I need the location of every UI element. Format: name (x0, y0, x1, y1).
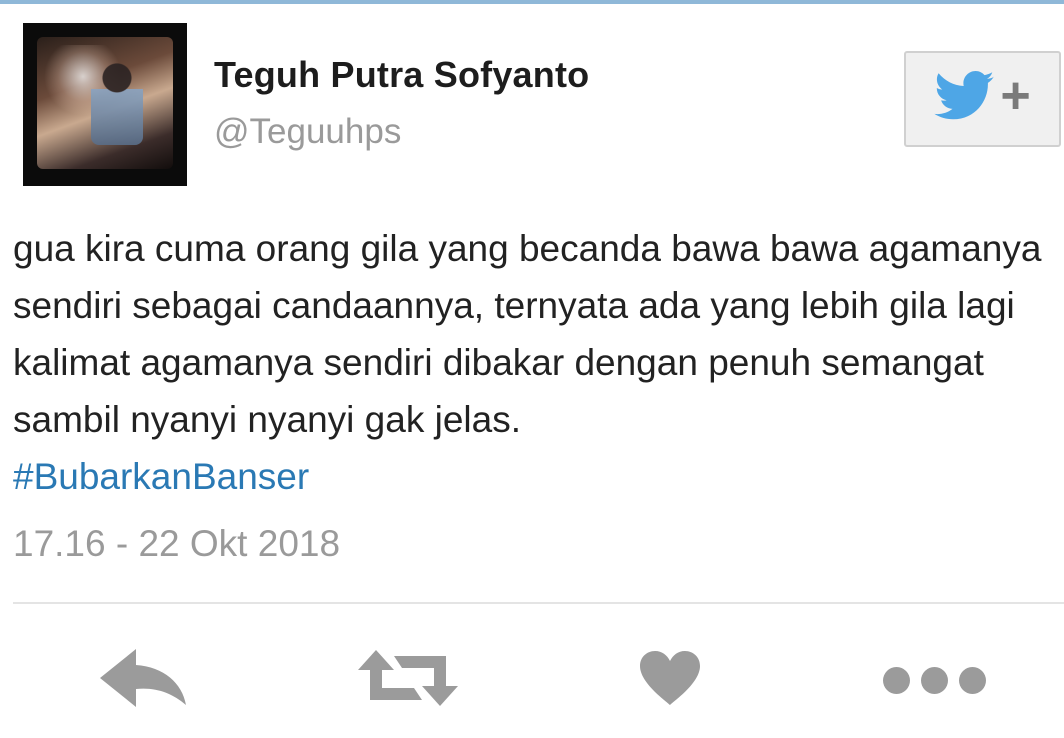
retweet-button[interactable] (355, 640, 460, 720)
retweet-icon (356, 648, 460, 713)
twitter-bird-icon (934, 70, 996, 128)
reply-button[interactable] (95, 640, 190, 720)
more-icon (883, 666, 986, 694)
author-handle[interactable]: @Teguuhps (214, 112, 401, 152)
like-button[interactable] (632, 640, 707, 720)
author-name[interactable]: Teguh Putra Sofyanto (214, 54, 589, 96)
reply-icon (98, 647, 188, 714)
top-accent-bar (0, 0, 1064, 4)
hashtag-link[interactable]: #BubarkanBanser (13, 456, 309, 497)
avatar-person (91, 59, 143, 145)
dot (921, 666, 948, 694)
follow-button[interactable]: + (904, 51, 1061, 147)
divider (13, 602, 1064, 604)
heart-icon (638, 649, 702, 712)
dot (883, 666, 910, 694)
more-options-button[interactable] (872, 640, 997, 720)
tweet-timestamp[interactable]: 17.16 - 22 Okt 2018 (13, 523, 340, 565)
plus-icon: + (1000, 67, 1031, 125)
avatar[interactable] (23, 23, 187, 186)
dot (959, 666, 986, 694)
tweet-text: gua kira cuma orang gila yang becanda ba… (13, 228, 1042, 440)
tweet-body: gua kira cuma orang gila yang becanda ba… (13, 220, 1053, 505)
